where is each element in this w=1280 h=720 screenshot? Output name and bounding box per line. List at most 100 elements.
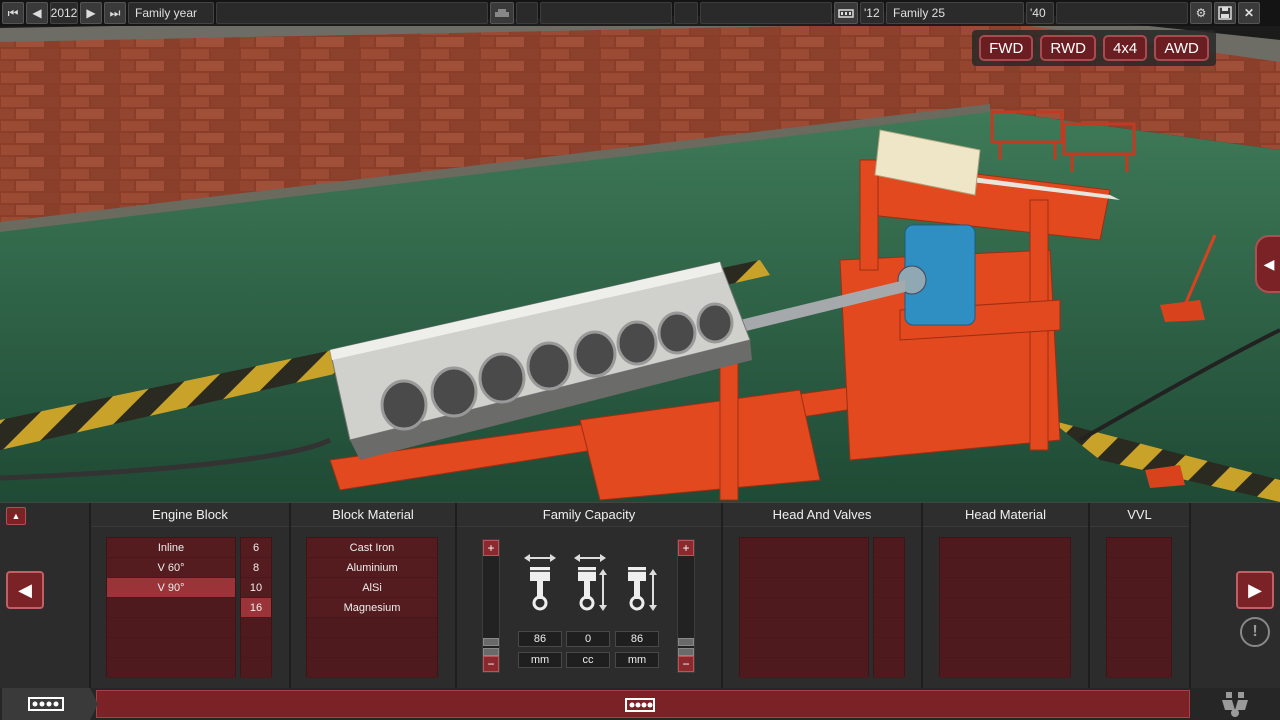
list-item-empty [241, 658, 271, 678]
chevron-left-icon: ◀ [32, 6, 42, 20]
engine-block-header: Engine Block [91, 503, 289, 527]
stroke-slider-handle[interactable] [678, 648, 694, 656]
list-item[interactable]: V 60° [107, 558, 235, 578]
rewind-icon: ⏮ [7, 5, 19, 20]
list-item-empty [107, 618, 235, 638]
vvl-header: VVL [1090, 503, 1189, 527]
engine-icon [838, 9, 854, 18]
engine-viewport[interactable] [0, 0, 1280, 502]
design-progress-bar [0, 688, 1280, 720]
plus-icon: + [487, 541, 495, 555]
list-item-empty [740, 558, 868, 578]
list-item-empty [940, 578, 1070, 598]
model-field[interactable] [540, 2, 672, 24]
capacity-value: 0 [566, 631, 610, 647]
side-panel-toggle[interactable]: ◀ [1255, 235, 1280, 293]
capacity-unit: cc [566, 652, 610, 668]
warning-icon[interactable]: ! [1240, 617, 1270, 647]
family-end-year: '40 [1026, 2, 1054, 24]
column-divider [89, 503, 91, 689]
4x4-button[interactable]: 4x4 [1103, 35, 1148, 61]
engine-design-panel: ▲ Engine Block Block Material Family Cap… [0, 502, 1280, 689]
list-item-empty [940, 538, 1070, 558]
block-material-list: Cast Iron Aluminium AlSi Magnesium [306, 537, 438, 678]
bore-slider[interactable]: + − [482, 539, 500, 673]
bore-increase-button[interactable]: + [483, 540, 499, 556]
minus-icon: − [487, 657, 495, 671]
column-divider [455, 503, 457, 689]
awd-button[interactable]: AWD [1154, 35, 1209, 61]
list-item-empty [874, 638, 904, 658]
arrow-left-icon: ◀ [18, 579, 32, 600]
list-item[interactable]: 6 [241, 538, 271, 558]
list-item[interactable]: 8 [241, 558, 271, 578]
list-item-empty [740, 538, 868, 558]
list-item-empty [107, 658, 235, 678]
car-icon [495, 9, 509, 17]
previous-step-button[interactable]: ◀ [6, 571, 44, 609]
list-item-empty [1107, 638, 1171, 658]
stroke-decrease-button[interactable]: − [678, 656, 694, 672]
column-divider [1088, 503, 1090, 689]
stroke-piston-icon [628, 567, 657, 611]
last-year-button[interactable]: ⏭ [104, 2, 126, 24]
variant-field[interactable] [1056, 2, 1188, 24]
stroke-slider[interactable]: + − [677, 539, 695, 673]
stroke-increase-button[interactable]: + [678, 540, 694, 556]
vvl-list [1106, 537, 1172, 678]
first-year-button[interactable]: ⏮ [2, 2, 24, 24]
list-item-empty [107, 638, 235, 658]
year-label: Family year [128, 2, 214, 24]
next-step-button[interactable]: ▶ [1236, 571, 1274, 609]
bore-unit: mm [518, 652, 562, 668]
progress-track [96, 690, 1190, 718]
next-year-button[interactable]: ▶ [80, 2, 102, 24]
bore-slider-handle[interactable] [483, 648, 499, 656]
car-icon-button[interactable] [490, 2, 514, 24]
engine-family-button[interactable] [834, 2, 858, 24]
list-item-selected[interactable]: V 90° [107, 578, 235, 598]
list-item-empty [740, 658, 868, 678]
list-item[interactable]: Aluminium [307, 558, 437, 578]
list-item-empty [307, 638, 437, 658]
list-item-empty [307, 618, 437, 638]
list-item-empty [740, 618, 868, 638]
list-item-empty [874, 558, 904, 578]
trim-field[interactable] [700, 2, 832, 24]
prev-year-button[interactable]: ◀ [26, 2, 48, 24]
head-material-header: Head Material [923, 503, 1088, 527]
toolbar-slot [674, 2, 698, 24]
stroke-slider-handle[interactable] [678, 638, 694, 646]
list-item[interactable]: Inline [107, 538, 235, 558]
engine-test-icon[interactable] [1218, 690, 1252, 718]
list-item[interactable]: Cast Iron [307, 538, 437, 558]
list-item-empty [241, 618, 271, 638]
list-item-empty [874, 598, 904, 618]
bore-piston-icon [524, 554, 556, 611]
save-button[interactable] [1214, 2, 1236, 24]
bore-decrease-button[interactable]: − [483, 656, 499, 672]
list-item[interactable]: AlSi [307, 578, 437, 598]
list-item-empty [740, 578, 868, 598]
list-item-empty [1107, 578, 1171, 598]
list-item-empty [107, 598, 235, 618]
list-item[interactable]: Magnesium [307, 598, 437, 618]
engine-block-icon [625, 698, 655, 712]
list-item-empty [940, 558, 1070, 578]
family-name-field[interactable]: Family 25 [886, 2, 1024, 24]
list-item-selected[interactable]: 16 [241, 598, 271, 618]
head-type-list [739, 537, 869, 678]
list-item-empty [1107, 618, 1171, 638]
fwd-button[interactable]: FWD [979, 35, 1034, 61]
engine-block-step-tab[interactable] [2, 688, 98, 720]
engine-layout-list: Inline V 60° V 90° [106, 537, 236, 678]
stroke-value: 86 [615, 631, 659, 647]
list-item-empty [874, 618, 904, 638]
rwd-button[interactable]: RWD [1040, 35, 1096, 61]
settings-button[interactable]: ⚙ [1190, 2, 1212, 24]
bore-slider-handle[interactable] [483, 638, 499, 646]
cylinder-count-list: 6 8 10 16 [240, 537, 272, 678]
list-item[interactable]: 10 [241, 578, 271, 598]
collapse-panel-button[interactable]: ▲ [6, 507, 26, 525]
close-button[interactable]: ✕ [1238, 2, 1260, 24]
